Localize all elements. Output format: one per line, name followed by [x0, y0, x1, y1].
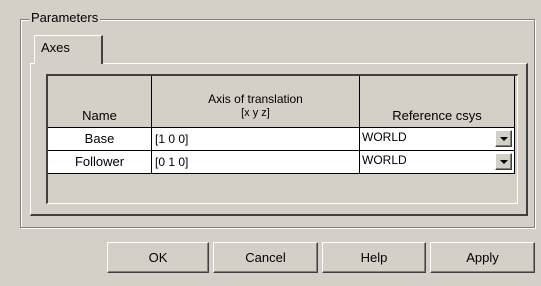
row-follower-reference-select[interactable]: WORLD: [360, 151, 515, 174]
column-header-reference: Reference csys: [360, 76, 515, 128]
row-follower-name-cell[interactable]: Follower: [48, 151, 152, 174]
column-header-axis-label: Axis of translation: [208, 92, 303, 106]
axes-table: Name Axis of translation [x y z] Referen…: [46, 74, 518, 204]
tab-axes-label: Axes: [41, 40, 70, 55]
column-header-axis: Axis of translation [x y z]: [152, 76, 360, 128]
row-base-name-cell[interactable]: Base: [48, 128, 152, 151]
column-header-name: Name: [48, 76, 152, 128]
chevron-down-icon: [500, 137, 508, 141]
chevron-down-icon: [500, 160, 508, 164]
row-base-axis-cell[interactable]: [1 0 0]: [152, 128, 360, 151]
row-follower-reference-value: WORLD: [362, 153, 407, 167]
tab-axes[interactable]: Axes: [34, 35, 103, 64]
row-base-reference-value: WORLD: [362, 130, 407, 144]
row-base-dropdown-button[interactable]: [495, 130, 512, 147]
help-button[interactable]: Help: [322, 242, 426, 273]
parameters-group-title: Parameters: [29, 10, 101, 26]
cancel-button[interactable]: Cancel: [213, 242, 318, 273]
ok-button[interactable]: OK: [107, 242, 209, 273]
parameters-dialog: Parameters Axes Name Axis of translation…: [0, 0, 541, 286]
row-follower-dropdown-button[interactable]: [495, 153, 512, 170]
column-header-name-label: Name: [82, 108, 117, 123]
row-follower-axis-cell[interactable]: [0 1 0]: [152, 151, 360, 174]
column-header-axis-units: [x y z]: [241, 107, 270, 119]
row-base-reference-select[interactable]: WORLD: [360, 128, 515, 151]
column-header-reference-label: Reference csys: [392, 108, 482, 123]
apply-button[interactable]: Apply: [430, 242, 535, 273]
